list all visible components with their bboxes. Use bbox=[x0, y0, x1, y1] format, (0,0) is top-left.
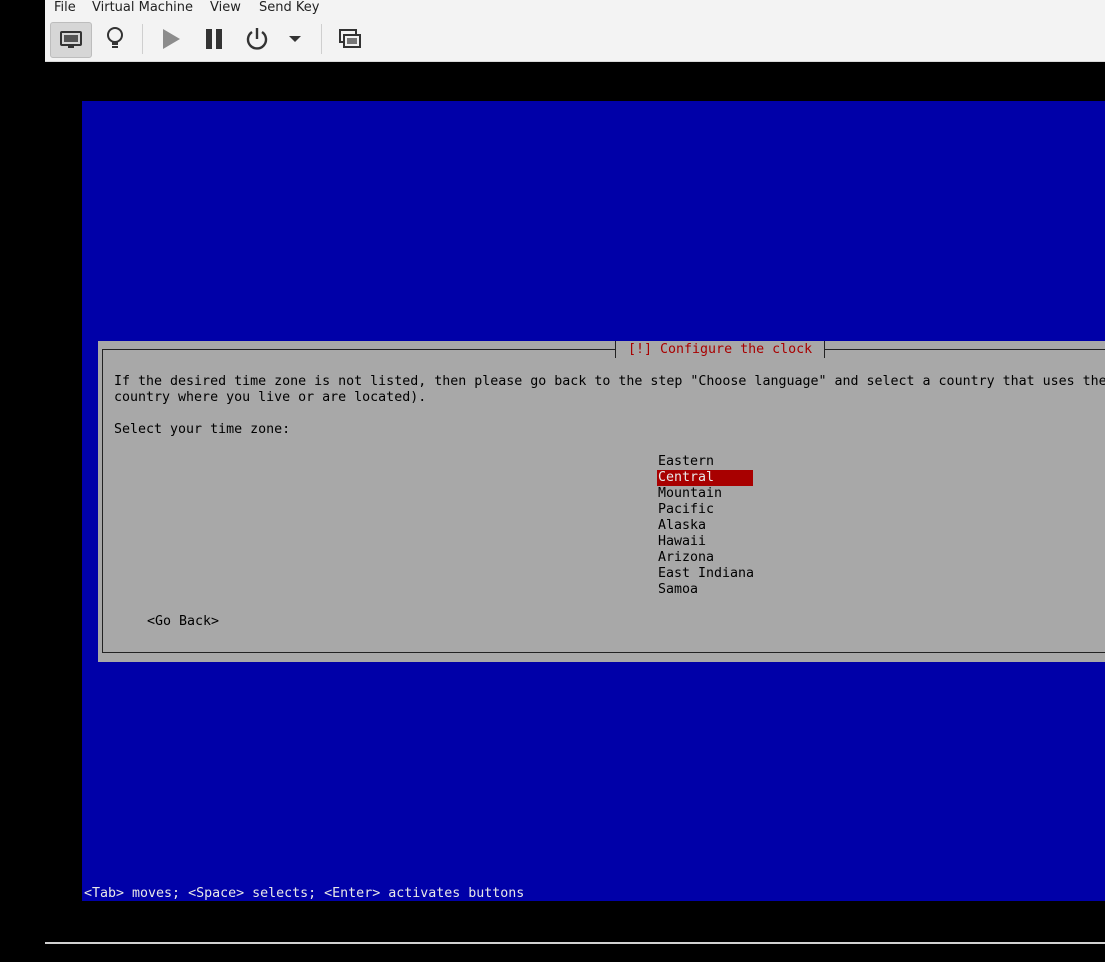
shutdown-button[interactable] bbox=[243, 22, 271, 56]
details-button[interactable] bbox=[101, 22, 129, 56]
timezone-option-pacific[interactable]: Pacific bbox=[657, 502, 753, 518]
show-console-button[interactable] bbox=[50, 22, 92, 58]
menu-virtual-machine[interactable]: Virtual Machine bbox=[92, 0, 193, 16]
pause-button[interactable] bbox=[200, 22, 228, 56]
lightbulb-icon bbox=[107, 27, 123, 48]
timezone-option-samoa[interactable]: Samoa bbox=[657, 582, 753, 598]
menubar: File Virtual Machine View Send Key bbox=[45, 0, 1105, 18]
timezone-option-alaska[interactable]: Alaska bbox=[657, 518, 753, 534]
description-line-1: If the desired time zone is not listed, … bbox=[114, 374, 1105, 389]
play-icon bbox=[163, 29, 180, 49]
toolbar-separator bbox=[142, 24, 143, 54]
monitor-icon bbox=[60, 31, 82, 48]
vm-display[interactable]: [!] Configure the clock If the desired t… bbox=[45, 62, 1105, 942]
installer-screen: [!] Configure the clock If the desired t… bbox=[82, 101, 1105, 901]
power-icon bbox=[246, 28, 268, 50]
shutdown-menu-button[interactable] bbox=[285, 22, 305, 56]
run-button[interactable] bbox=[157, 22, 185, 56]
timezone-option-central[interactable]: Central bbox=[657, 470, 753, 486]
configure-clock-dialog: [!] Configure the clock If the desired t… bbox=[98, 341, 1105, 662]
timezone-option-hawaii[interactable]: Hawaii bbox=[657, 534, 753, 550]
window-bottom-edge bbox=[45, 942, 1105, 944]
description-line-2: country where you live or are located). bbox=[114, 390, 427, 405]
keyboard-hint: <Tab> moves; <Space> selects; <Enter> ac… bbox=[84, 886, 525, 901]
toolbar-separator bbox=[321, 24, 322, 54]
vm-window: File Virtual Machine View Send Key [!] C… bbox=[45, 0, 1105, 962]
dropdown-arrow-icon bbox=[289, 36, 301, 42]
timezone-option-east-indiana[interactable]: East Indiana bbox=[657, 566, 754, 582]
menu-view[interactable]: View bbox=[210, 0, 241, 16]
timezone-option-eastern[interactable]: Eastern bbox=[657, 454, 753, 470]
timezone-list[interactable]: Eastern Central Mountain Pacific Alaska … bbox=[657, 454, 754, 598]
pause-icon bbox=[206, 29, 222, 49]
dialog-title: [!] Configure the clock bbox=[615, 341, 826, 358]
timezone-option-mountain[interactable]: Mountain bbox=[657, 486, 753, 502]
timezone-option-arizona[interactable]: Arizona bbox=[657, 550, 753, 566]
toolbar bbox=[45, 18, 1105, 62]
fullscreen-button[interactable] bbox=[336, 22, 364, 56]
go-back-button[interactable]: <Go Back> bbox=[147, 614, 219, 630]
menu-send-key[interactable]: Send Key bbox=[259, 0, 319, 16]
menu-file[interactable]: File bbox=[54, 0, 76, 16]
screenshot-windows-icon bbox=[339, 29, 361, 48]
timezone-prompt: Select your time zone: bbox=[114, 422, 291, 437]
